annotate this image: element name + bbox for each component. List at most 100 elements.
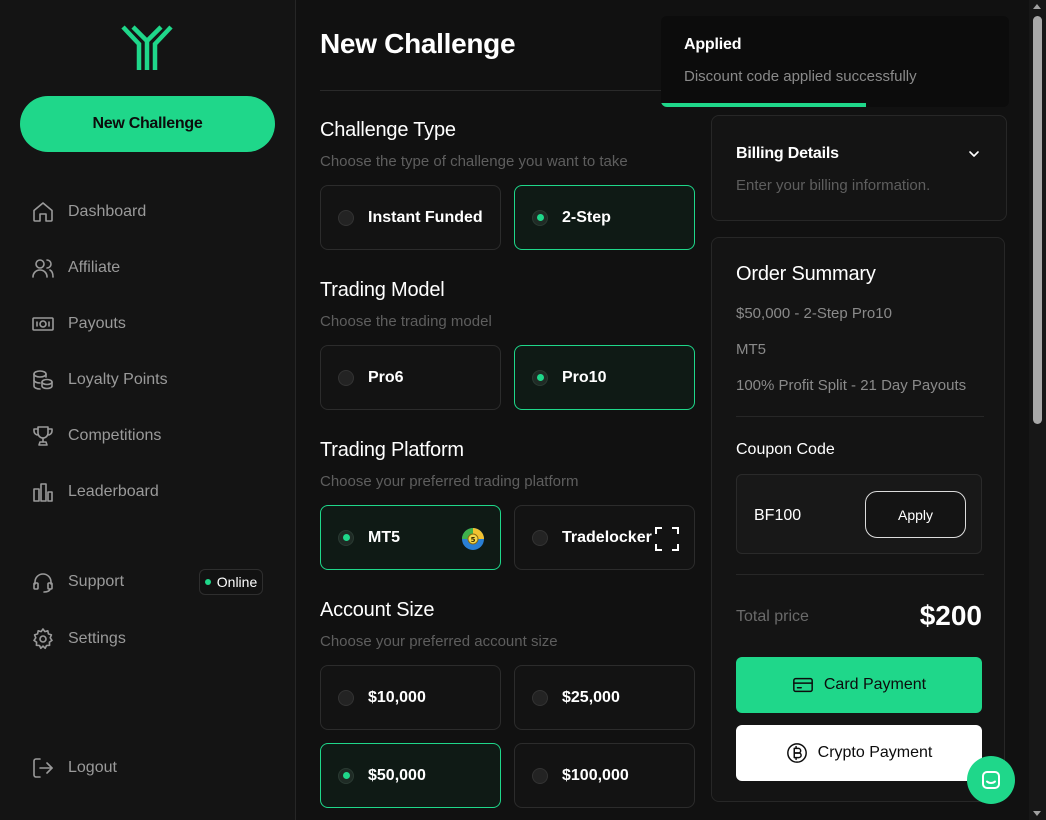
challenge-type-subtitle: Choose the type of challenge you want to…: [320, 153, 628, 170]
option-tradelocker[interactable]: Tradelocker: [514, 505, 695, 570]
coupon-code-label: Coupon Code: [736, 441, 835, 458]
challenge-type-title: Challenge Type: [320, 119, 456, 141]
online-dot-icon: [204, 579, 211, 585]
nav-item-payouts[interactable]: Payouts: [30, 310, 126, 338]
radio-selected-icon: [338, 529, 354, 546]
order-line-terms: 100% Profit Split - 21 Day Payouts: [736, 377, 967, 394]
radio-selected-icon: [532, 209, 548, 226]
total-price-value: $200: [919, 600, 982, 631]
toast-notification[interactable]: Applied Discount code applied successful…: [661, 16, 1009, 107]
order-divider: [736, 574, 984, 575]
option-pro10[interactable]: Pro10: [514, 345, 695, 410]
toast-progress-track: [661, 103, 1009, 107]
order-summary-title: Order Summary: [736, 263, 876, 285]
radio-icon: [532, 529, 548, 546]
coupon-code-field[interactable]: BF100 Apply: [736, 474, 982, 554]
sidebar: New Challenge Dashboard Affiliate Payout…: [0, 0, 296, 820]
trading-platform-subtitle: Choose your preferred trading platform: [320, 473, 579, 490]
scrollbar-thumb[interactable]: [1033, 16, 1042, 424]
page-scrollbar[interactable]: [1029, 0, 1046, 820]
option-label: MT5: [368, 528, 400, 546]
option-label: $100,000: [562, 766, 629, 784]
headset-icon: [30, 569, 56, 595]
title-divider: [320, 90, 695, 91]
nav-item-leaderboard[interactable]: Leaderboard: [30, 478, 159, 506]
logout-icon: [30, 755, 56, 781]
account-size-subtitle: Choose your preferred account size: [320, 633, 558, 650]
nav-label: Competitions: [68, 427, 162, 444]
option-label: Tradelocker: [562, 528, 652, 546]
chevron-down-icon[interactable]: [966, 146, 982, 162]
nav-label: Support: [68, 573, 125, 590]
credit-card-icon: [792, 677, 813, 693]
nav-label: Payouts: [68, 315, 126, 332]
radio-icon: [532, 767, 548, 784]
trophy-icon: [30, 423, 56, 449]
bitcoin-icon: [786, 743, 807, 763]
toast-message: Discount code applied successfully: [684, 68, 917, 85]
option-size-10000[interactable]: $10,000: [320, 665, 501, 730]
nav-item-dashboard[interactable]: Dashboard: [30, 198, 146, 226]
nav-item-affiliate[interactable]: Affiliate: [30, 254, 120, 282]
nav-item-loyalty-points[interactable]: Loyalty Points: [30, 366, 168, 394]
toast-progress-fill: [661, 103, 867, 107]
option-size-50000[interactable]: $50,000: [320, 743, 501, 808]
nav-item-competitions[interactable]: Competitions: [30, 422, 161, 450]
option-2-step[interactable]: 2-Step: [514, 185, 695, 250]
billing-subtitle: Enter your billing information.: [736, 177, 931, 194]
option-label: $50,000: [368, 766, 426, 784]
billing-details-panel[interactable]: Billing Details Enter your billing infor…: [711, 115, 1007, 221]
svg-text:5: 5: [471, 536, 476, 544]
total-price-label: Total price: [736, 608, 809, 625]
chat-launcher-button[interactable]: [967, 756, 1015, 804]
apply-coupon-button[interactable]: Apply: [865, 491, 966, 538]
option-size-100000[interactable]: $100,000: [514, 743, 695, 808]
nav-label: Logout: [68, 759, 117, 776]
banknote-icon: [30, 311, 56, 337]
gear-icon: [30, 626, 56, 652]
order-line-platform: MT5: [736, 341, 766, 358]
option-mt5[interactable]: MT5 5: [320, 505, 501, 570]
option-size-25000[interactable]: $25,000: [514, 665, 695, 730]
nav-label: Settings: [68, 630, 126, 647]
radio-selected-icon: [532, 369, 548, 386]
coins-icon: [30, 367, 56, 393]
account-size-title: Account Size: [320, 599, 435, 621]
nav-item-logout[interactable]: Logout: [30, 754, 117, 782]
option-instant-funded[interactable]: Instant Funded: [320, 185, 501, 250]
scroll-down-arrow-icon[interactable]: [1033, 811, 1041, 816]
nav-item-settings[interactable]: Settings: [30, 625, 126, 653]
card-payment-button[interactable]: Card Payment: [736, 657, 982, 713]
page-title: New Challenge: [320, 28, 516, 59]
coupon-code-value[interactable]: BF100: [754, 507, 801, 525]
nav-label: Affiliate: [68, 259, 121, 276]
nav-label: Leaderboard: [68, 483, 159, 500]
option-label: Instant Funded: [368, 208, 483, 226]
new-challenge-button[interactable]: New Challenge: [20, 96, 275, 152]
crypto-payment-label: Crypto Payment: [817, 744, 933, 761]
option-label: $10,000: [368, 688, 426, 706]
nav-item-support[interactable]: Support: [30, 568, 124, 596]
toast-title: Applied: [684, 36, 742, 53]
card-payment-label: Card Payment: [823, 676, 927, 693]
order-divider: [736, 416, 984, 417]
brand-logo-icon[interactable]: [119, 24, 175, 72]
option-label: Pro6: [368, 368, 404, 386]
radio-icon: [338, 369, 354, 386]
chat-bubble-icon: [982, 771, 1000, 789]
nav-label: Dashboard: [68, 203, 147, 220]
crypto-payment-button[interactable]: Crypto Payment: [736, 725, 982, 781]
radio-icon: [338, 209, 354, 226]
radio-icon: [532, 689, 548, 706]
order-summary-panel: Order Summary $50,000 - 2-Step Pro10 MT5…: [711, 237, 1005, 802]
tradelocker-icon: [655, 527, 679, 551]
option-label: 2-Step: [562, 208, 611, 226]
users-icon: [30, 255, 56, 281]
nav-label: Loyalty Points: [68, 371, 168, 388]
scroll-up-arrow-icon[interactable]: [1033, 4, 1041, 9]
radio-selected-icon: [338, 767, 354, 784]
option-pro6[interactable]: Pro6: [320, 345, 501, 410]
bar-chart-icon: [30, 479, 56, 505]
trading-model-subtitle: Choose the trading model: [320, 313, 492, 330]
home-icon: [30, 199, 56, 225]
